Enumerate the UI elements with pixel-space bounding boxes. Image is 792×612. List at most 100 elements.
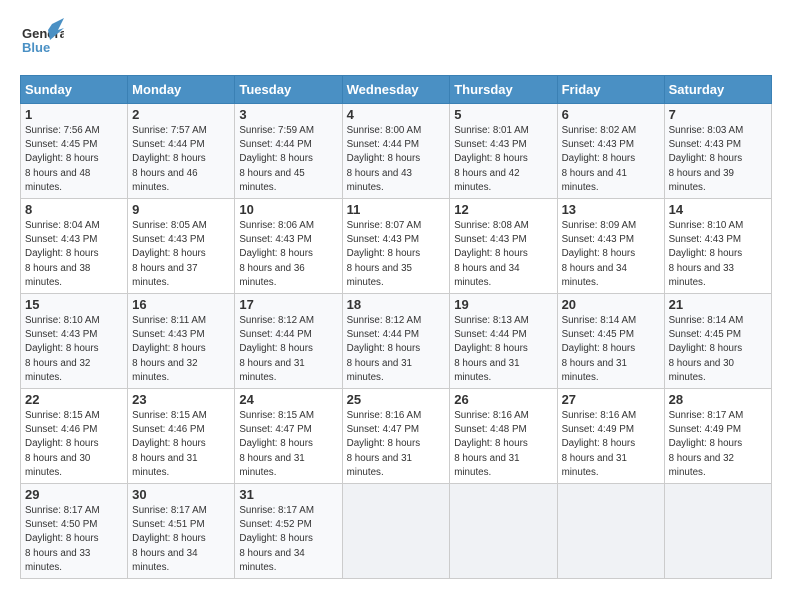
- calendar-header-wednesday: Wednesday: [342, 76, 450, 104]
- day-number: 4: [347, 107, 446, 122]
- calendar-cell: 1 Sunrise: 7:56 AMSunset: 4:45 PMDaylight…: [21, 104, 128, 199]
- day-number: 15: [25, 297, 123, 312]
- calendar-cell: 25 Sunrise: 8:16 AMSunset: 4:47 PMDayligh…: [342, 389, 450, 484]
- day-info: Sunrise: 8:15 AMSunset: 4:47 PMDaylight:…: [239, 409, 337, 480]
- calendar-cell: 15Sunrise: 8:10 AMSunset: 4:43 PMDayligh…: [21, 294, 128, 389]
- calendar-header-tuesday: Tuesday: [235, 76, 342, 104]
- calendar-cell: 8 Sunrise: 8:04 AMSunset: 4:43 PMDaylight…: [21, 199, 128, 294]
- calendar-header-thursday: Thursday: [450, 76, 557, 104]
- day-number: 6: [562, 107, 660, 122]
- day-number: 31: [239, 487, 337, 502]
- calendar-cell: 27 Sunrise: 8:16 AMSunset: 4:49 PMDayligh…: [557, 389, 664, 484]
- calendar-week-1: 1 Sunrise: 7:56 AMSunset: 4:45 PMDaylight…: [21, 104, 772, 199]
- calendar-cell: 28 Sunrise: 8:17 AMSunset: 4:49 PMDayligh…: [664, 389, 771, 484]
- day-number: 18: [347, 297, 446, 312]
- day-number: 12: [454, 202, 552, 217]
- calendar-cell: [342, 484, 450, 579]
- day-info: Sunrise: 8:08 AMSunset: 4:43 PMDaylight:…: [454, 219, 552, 290]
- logo-icon: General Blue: [20, 18, 64, 67]
- day-number: 19: [454, 297, 552, 312]
- day-number: 9: [132, 202, 230, 217]
- day-number: 5: [454, 107, 552, 122]
- calendar-cell: 26Sunrise: 8:16 AMSunset: 4:48 PMDayligh…: [450, 389, 557, 484]
- day-number: 1: [25, 107, 123, 122]
- day-info: Sunrise: 8:17 AMSunset: 4:50 PMDaylight:…: [25, 504, 123, 575]
- calendar-cell: 11Sunrise: 8:07 AMSunset: 4:43 PMDayligh…: [342, 199, 450, 294]
- day-info: Sunrise: 8:17 AMSunset: 4:51 PMDaylight:…: [132, 504, 230, 575]
- calendar-cell: 12 Sunrise: 8:08 AMSunset: 4:43 PMDayligh…: [450, 199, 557, 294]
- day-number: 24: [239, 392, 337, 407]
- calendar-cell: 31 Sunrise: 8:17 AMSunset: 4:52 PMDayligh…: [235, 484, 342, 579]
- day-number: 13: [562, 202, 660, 217]
- day-info: Sunrise: 8:16 AMSunset: 4:47 PMDaylight:…: [347, 409, 446, 480]
- calendar-cell: 19Sunrise: 8:13 AMSunset: 4:44 PMDayligh…: [450, 294, 557, 389]
- day-info: Sunrise: 8:00 AMSunset: 4:44 PMDaylight:…: [347, 124, 446, 195]
- day-number: 3: [239, 107, 337, 122]
- page: General Blue SundayMondayTuesdayWednesda…: [0, 0, 792, 612]
- calendar: SundayMondayTuesdayWednesdayThursdayFrid…: [20, 75, 772, 579]
- calendar-cell: 9 Sunrise: 8:05 AMSunset: 4:43 PMDaylight…: [128, 199, 235, 294]
- day-number: 23: [132, 392, 230, 407]
- calendar-header-row: SundayMondayTuesdayWednesdayThursdayFrid…: [21, 76, 772, 104]
- day-number: 27: [562, 392, 660, 407]
- logo: General Blue: [20, 18, 64, 67]
- day-number: 20: [562, 297, 660, 312]
- day-info: Sunrise: 8:16 AMSunset: 4:49 PMDaylight:…: [562, 409, 660, 480]
- day-number: 28: [669, 392, 767, 407]
- calendar-cell: [557, 484, 664, 579]
- day-number: 25: [347, 392, 446, 407]
- day-number: 30: [132, 487, 230, 502]
- calendar-cell: 13 Sunrise: 8:09 AMSunset: 4:43 PMDayligh…: [557, 199, 664, 294]
- calendar-header-monday: Monday: [128, 76, 235, 104]
- day-info: Sunrise: 8:04 AMSunset: 4:43 PMDaylight:…: [25, 219, 123, 290]
- day-info: Sunrise: 8:17 AMSunset: 4:52 PMDaylight:…: [239, 504, 337, 575]
- day-info: Sunrise: 8:15 AMSunset: 4:46 PMDaylight:…: [132, 409, 230, 480]
- day-number: 16: [132, 297, 230, 312]
- day-number: 14: [669, 202, 767, 217]
- calendar-cell: 6 Sunrise: 8:02 AMSunset: 4:43 PMDaylight…: [557, 104, 664, 199]
- calendar-cell: 4 Sunrise: 8:00 AMSunset: 4:44 PMDaylight…: [342, 104, 450, 199]
- day-number: 21: [669, 297, 767, 312]
- calendar-header-friday: Friday: [557, 76, 664, 104]
- calendar-cell: 14 Sunrise: 8:10 AMSunset: 4:43 PMDayligh…: [664, 199, 771, 294]
- day-info: Sunrise: 7:56 AMSunset: 4:45 PMDaylight:…: [25, 124, 123, 195]
- day-info: Sunrise: 8:15 AMSunset: 4:46 PMDaylight:…: [25, 409, 123, 480]
- calendar-cell: 18Sunrise: 8:12 AMSunset: 4:44 PMDayligh…: [342, 294, 450, 389]
- day-info: Sunrise: 8:17 AMSunset: 4:49 PMDaylight:…: [669, 409, 767, 480]
- calendar-week-4: 22 Sunrise: 8:15 AMSunset: 4:46 PMDayligh…: [21, 389, 772, 484]
- day-info: Sunrise: 7:59 AMSunset: 4:44 PMDaylight:…: [239, 124, 337, 195]
- calendar-cell: 3 Sunrise: 7:59 AMSunset: 4:44 PMDaylight…: [235, 104, 342, 199]
- calendar-cell: 7Sunrise: 8:03 AMSunset: 4:43 PMDaylight…: [664, 104, 771, 199]
- calendar-cell: 20 Sunrise: 8:14 AMSunset: 4:45 PMDayligh…: [557, 294, 664, 389]
- day-info: Sunrise: 8:07 AMSunset: 4:43 PMDaylight:…: [347, 219, 446, 290]
- calendar-cell: 30 Sunrise: 8:17 AMSunset: 4:51 PMDayligh…: [128, 484, 235, 579]
- calendar-header-sunday: Sunday: [21, 76, 128, 104]
- day-info: Sunrise: 8:09 AMSunset: 4:43 PMDaylight:…: [562, 219, 660, 290]
- calendar-cell: [450, 484, 557, 579]
- day-info: Sunrise: 7:57 AMSunset: 4:44 PMDaylight:…: [132, 124, 230, 195]
- calendar-cell: 16 Sunrise: 8:11 AMSunset: 4:43 PMDayligh…: [128, 294, 235, 389]
- calendar-cell: 5 Sunrise: 8:01 AMSunset: 4:43 PMDaylight…: [450, 104, 557, 199]
- day-info: Sunrise: 8:01 AMSunset: 4:43 PMDaylight:…: [454, 124, 552, 195]
- day-number: 8: [25, 202, 123, 217]
- day-number: 29: [25, 487, 123, 502]
- day-info: Sunrise: 8:11 AMSunset: 4:43 PMDaylight:…: [132, 314, 230, 385]
- day-number: 17: [239, 297, 337, 312]
- calendar-cell: 29 Sunrise: 8:17 AMSunset: 4:50 PMDayligh…: [21, 484, 128, 579]
- day-number: 10: [239, 202, 337, 217]
- day-info: Sunrise: 8:16 AMSunset: 4:48 PMDaylight:…: [454, 409, 552, 480]
- day-info: Sunrise: 8:14 AMSunset: 4:45 PMDaylight:…: [669, 314, 767, 385]
- calendar-cell: 22 Sunrise: 8:15 AMSunset: 4:46 PMDayligh…: [21, 389, 128, 484]
- calendar-cell: 24 Sunrise: 8:15 AMSunset: 4:47 PMDayligh…: [235, 389, 342, 484]
- svg-text:Blue: Blue: [22, 40, 50, 55]
- calendar-cell: 17Sunrise: 8:12 AMSunset: 4:44 PMDayligh…: [235, 294, 342, 389]
- calendar-header-saturday: Saturday: [664, 76, 771, 104]
- day-info: Sunrise: 8:02 AMSunset: 4:43 PMDaylight:…: [562, 124, 660, 195]
- calendar-week-5: 29 Sunrise: 8:17 AMSunset: 4:50 PMDayligh…: [21, 484, 772, 579]
- day-info: Sunrise: 8:05 AMSunset: 4:43 PMDaylight:…: [132, 219, 230, 290]
- day-info: Sunrise: 8:10 AMSunset: 4:43 PMDaylight:…: [669, 219, 767, 290]
- day-number: 7: [669, 107, 767, 122]
- day-number: 22: [25, 392, 123, 407]
- header: General Blue: [20, 18, 772, 67]
- day-info: Sunrise: 8:14 AMSunset: 4:45 PMDaylight:…: [562, 314, 660, 385]
